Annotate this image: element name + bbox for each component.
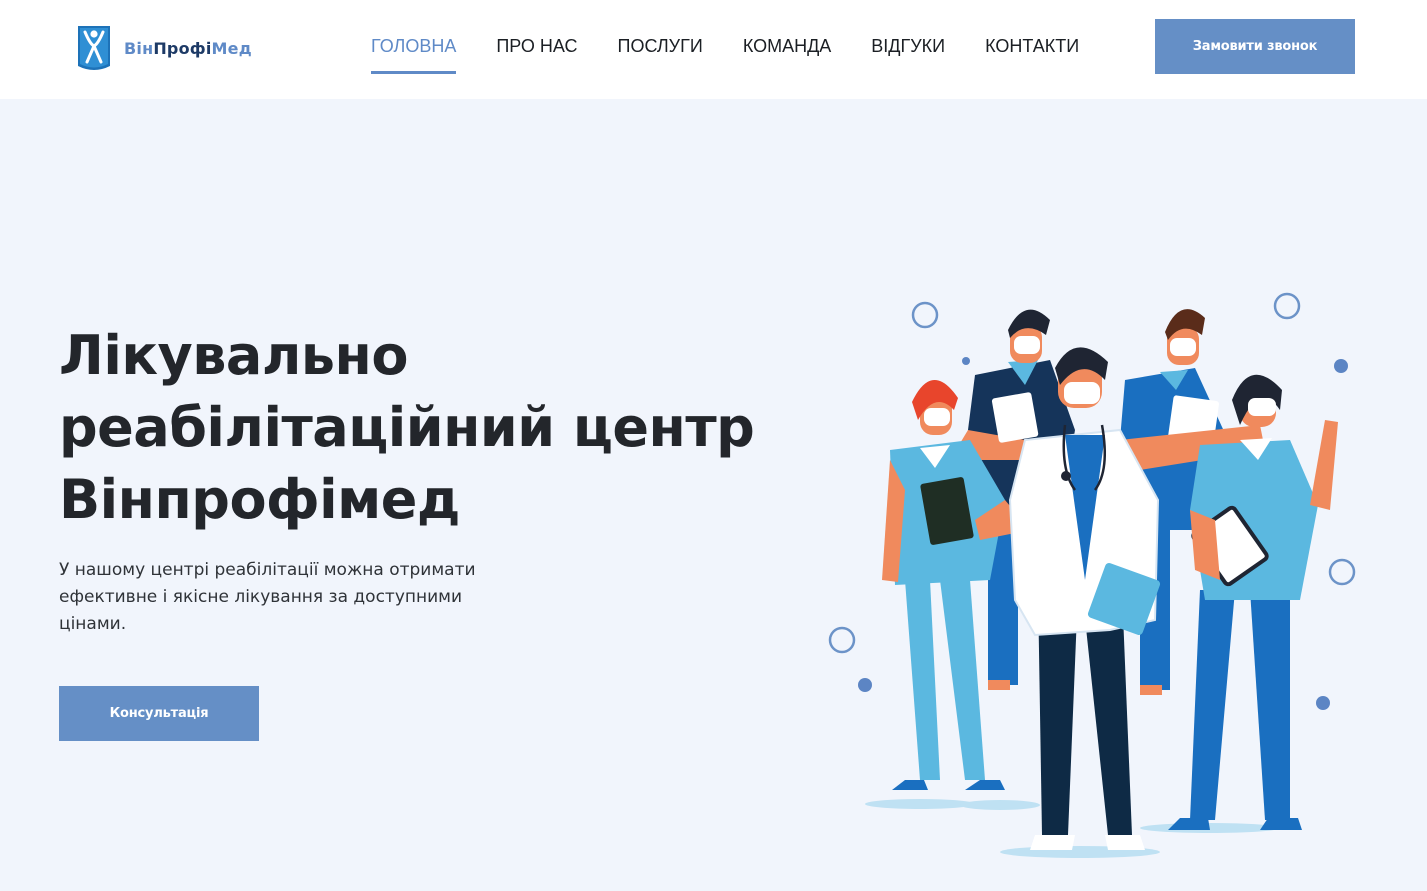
nav-item-team[interactable]: КОМАНДА	[743, 36, 831, 74]
nav-item-reviews[interactable]: ВІДГУКИ	[871, 36, 945, 74]
hero-title-line: реабілітаційний центр	[59, 396, 755, 459]
consultation-button[interactable]: Консультація	[59, 686, 259, 741]
hero-title-line: Лікувально	[59, 324, 408, 387]
medical-team-illustration	[828, 292, 1356, 858]
nav-item-services[interactable]: ПОСЛУГИ	[618, 36, 703, 74]
hero-title-line: Вінпрофімед	[59, 468, 461, 531]
site-logo[interactable]: ВінПрофіМед	[76, 22, 252, 74]
hero-description: У нашому центрі реабілітації можна отрим…	[59, 560, 476, 634]
ground-shadows	[865, 799, 1280, 858]
site-header: ВінПрофіМед ГОЛОВНА ПРО НАС ПОСЛУГИ КОМА…	[0, 0, 1427, 99]
logo-wordmark: ВінПрофіМед	[124, 38, 252, 58]
hero-title: Лікувально реабілітаційний центр Вінпроф…	[59, 320, 759, 536]
main-nav: ГОЛОВНА ПРО НАС ПОСЛУГИ КОМАНДА ВІДГУКИ …	[371, 36, 1119, 74]
order-call-button[interactable]: Замовити звонок	[1155, 19, 1355, 74]
nav-item-about[interactable]: ПРО НАС	[496, 36, 577, 74]
nav-item-home[interactable]: ГОЛОВНА	[371, 36, 457, 74]
nav-item-contacts[interactable]: КОНТАКТИ	[985, 36, 1079, 74]
human-figure-shield-icon	[78, 26, 110, 70]
